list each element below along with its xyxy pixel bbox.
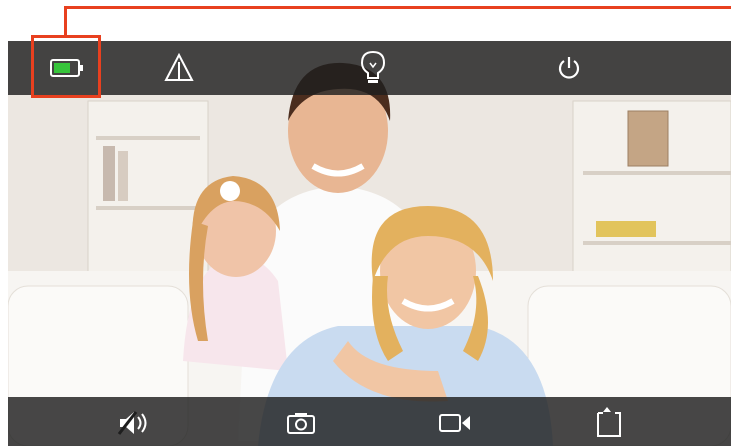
callout-line-vertical: [64, 6, 67, 36]
exit-icon[interactable]: [595, 405, 623, 439]
top-toolbar: [8, 41, 731, 95]
battery-highlight-box: [31, 35, 101, 98]
camera-icon[interactable]: [286, 411, 316, 435]
bottom-toolbar: [8, 397, 731, 446]
callout-line-horizontal: [64, 6, 731, 9]
power-icon[interactable]: [556, 55, 582, 81]
camera-view: [8, 41, 731, 446]
video-record-icon[interactable]: [438, 412, 472, 434]
light-bulb-icon[interactable]: [360, 49, 386, 87]
mute-speaker-icon[interactable]: [116, 409, 156, 437]
warning-icon[interactable]: [164, 53, 194, 83]
family-photo: [8, 41, 731, 446]
